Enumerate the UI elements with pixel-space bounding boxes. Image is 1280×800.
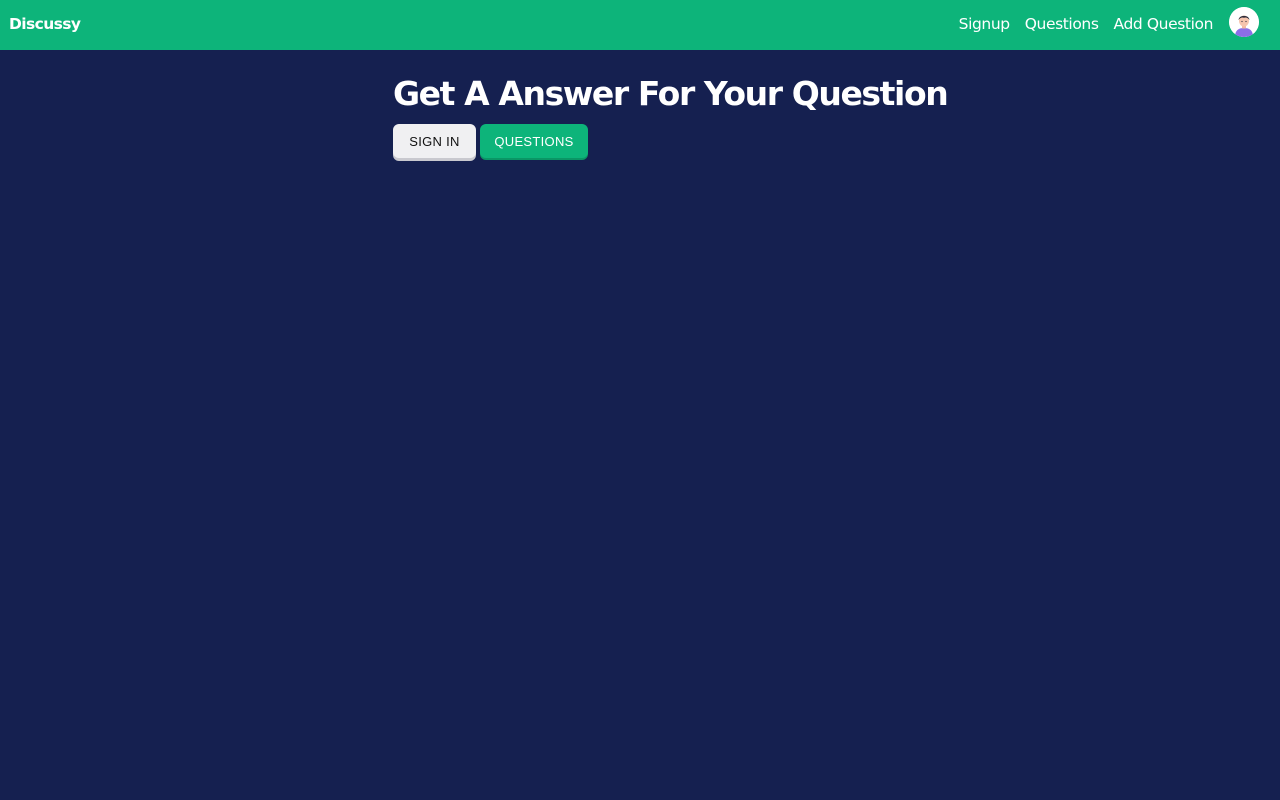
nav-link-questions[interactable]: Questions xyxy=(1025,14,1099,34)
hero-section: Get A Answer For Your Question SIGN IN Q… xyxy=(393,73,993,158)
hero-button-row: SIGN IN QUESTIONS xyxy=(393,124,588,158)
navbar: Discussy Signup Questions Add Question xyxy=(0,0,1280,50)
sign-in-button[interactable]: SIGN IN xyxy=(393,124,476,158)
nav-link-add-question[interactable]: Add Question xyxy=(1114,14,1214,34)
brand-logo-link[interactable]: Discussy xyxy=(9,14,81,34)
user-avatar-icon[interactable] xyxy=(1229,7,1259,37)
questions-button[interactable]: QUESTIONS xyxy=(480,124,588,158)
nav-links: Signup Questions Add Question xyxy=(959,14,1214,34)
user-avatar-illustration xyxy=(1229,7,1259,37)
hero-title: Get A Answer For Your Question xyxy=(393,74,949,113)
nav-link-signup[interactable]: Signup xyxy=(959,14,1010,34)
